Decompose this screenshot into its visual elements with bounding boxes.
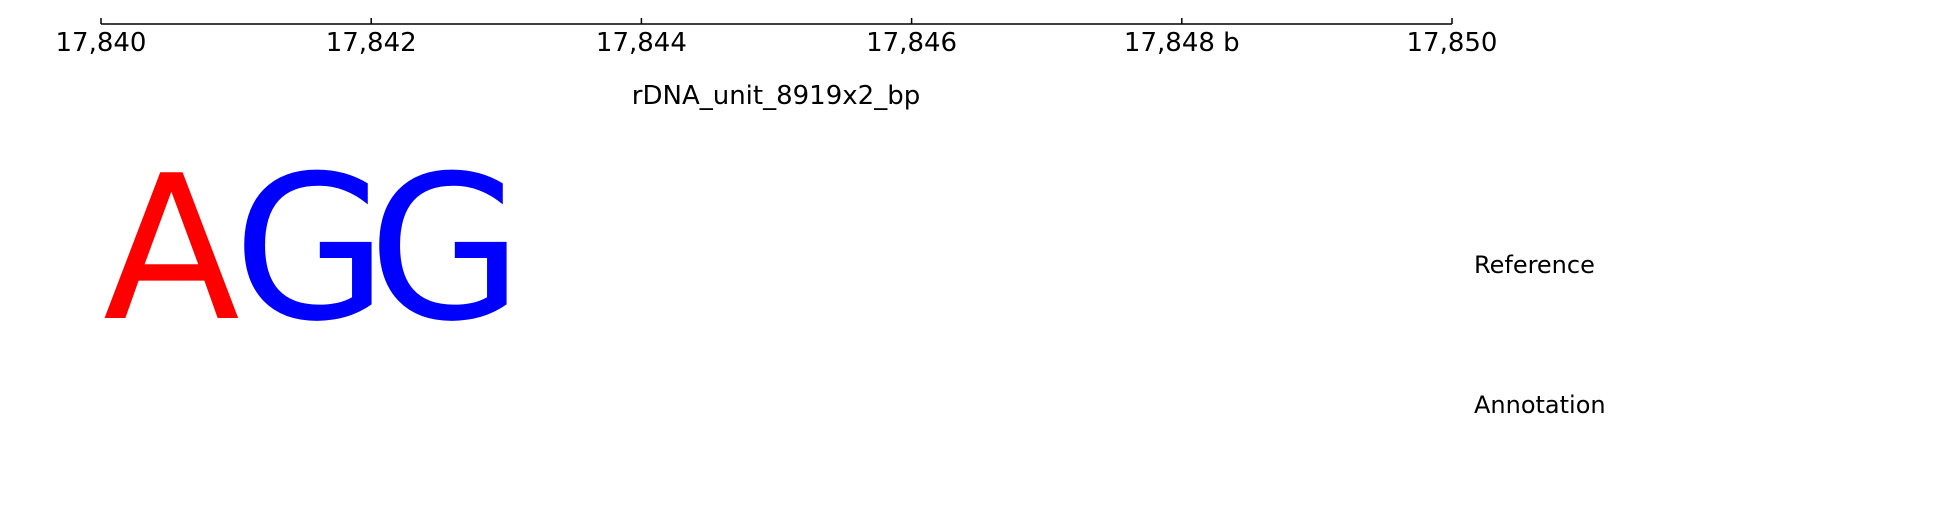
axis-tick-label: 17,848 b <box>1124 28 1240 58</box>
reference-sequence: AGG <box>103 133 523 366</box>
axis-tick-label: 17,840 <box>56 28 147 58</box>
reference-track-label: Reference <box>1474 251 1595 279</box>
coordinate-ruler: 17,840 17,842 17,844 17,846 17,848 b 17,850 r… <box>56 18 1498 111</box>
axis-tick-label: 17,844 <box>596 28 687 58</box>
reference-track: AGG Reference <box>103 133 1595 366</box>
reference-base: G <box>368 133 523 366</box>
genome-viewer: 17,840 17,842 17,844 17,846 17,848 b 17,850 r… <box>56 18 1606 419</box>
annotation-track: Annotation <box>1474 391 1606 419</box>
axis-tick-label: 17,850 <box>1407 28 1498 58</box>
axis-tick-label: 17,846 <box>866 28 957 58</box>
axis-title: rDNA_unit_8919x2_bp <box>632 81 920 111</box>
reference-base: A <box>103 133 240 366</box>
axis-tick-label: 17,842 <box>326 28 417 58</box>
reference-base: G <box>233 133 388 366</box>
annotation-track-label: Annotation <box>1474 391 1606 419</box>
